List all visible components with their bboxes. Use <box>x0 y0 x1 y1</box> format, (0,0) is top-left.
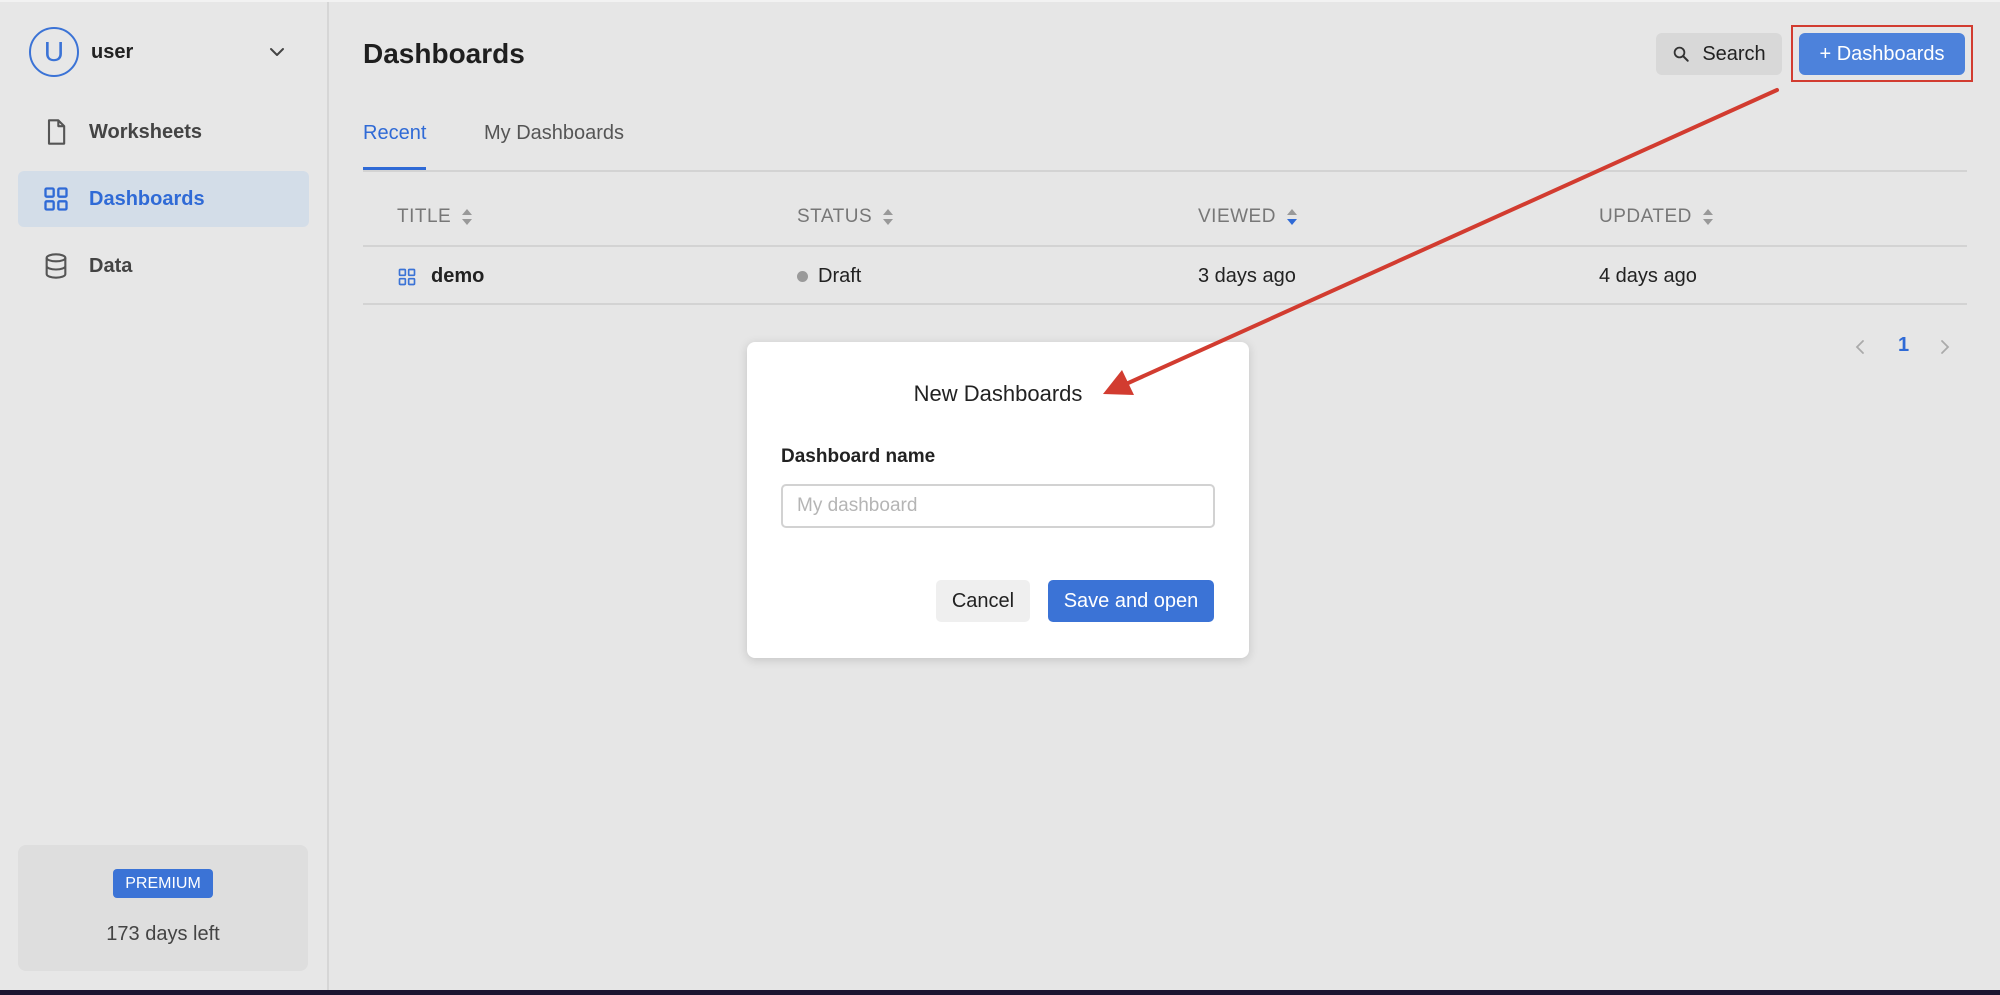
row-updated: 4 days ago <box>1599 265 1697 287</box>
sidebar-item-label: Dashboards <box>89 187 205 210</box>
sort-icon <box>883 209 894 225</box>
dashboard-name-input[interactable] <box>781 484 1215 528</box>
page-title: Dashboards <box>363 38 525 69</box>
bottom-edge <box>0 990 2000 995</box>
sidebar-item-worksheets[interactable]: Worksheets <box>18 104 309 160</box>
search-icon <box>1674 46 1690 62</box>
user-name: user <box>91 40 134 63</box>
row-title-text: demo <box>431 265 485 287</box>
sort-icon <box>462 209 473 225</box>
avatar: U <box>29 27 79 77</box>
sidebar-item-dashboards[interactable]: Dashboards <box>18 171 309 227</box>
days-left-text: 173 days left <box>106 923 220 945</box>
user-menu[interactable]: U user <box>29 27 289 77</box>
column-header-label: TITLE <box>397 206 452 227</box>
row-viewed: 3 days ago <box>1198 265 1296 287</box>
dashboards-table: TITLE STATUS VIEWED UPDATED demo Draft 3… <box>363 187 1967 305</box>
column-header-label: UPDATED <box>1599 206 1692 227</box>
column-header-status[interactable]: STATUS <box>797 206 894 228</box>
sidebar-item-label: Worksheets <box>89 120 203 143</box>
column-header-viewed[interactable]: VIEWED <box>1198 206 1298 228</box>
column-header-updated[interactable]: UPDATED <box>1599 206 1714 228</box>
annotation-highlight-box <box>1791 25 1973 82</box>
tab-my-dashboards[interactable]: My Dashboards <box>484 122 624 170</box>
tab-recent[interactable]: Recent <box>363 122 427 170</box>
grid-icon <box>398 268 416 285</box>
tab-bar: Recent My Dashboards <box>363 112 1967 172</box>
premium-panel: PREMIUM 173 days left <box>18 845 308 971</box>
dashboard-name-label: Dashboard name <box>781 446 936 467</box>
cancel-button[interactable]: Cancel <box>936 580 1030 622</box>
table-header: TITLE STATUS VIEWED UPDATED <box>363 187 1967 247</box>
search-button-label: Search <box>1702 42 1766 65</box>
search-button[interactable]: Search <box>1656 33 1782 75</box>
row-status: Draft <box>797 265 861 288</box>
sidebar-nav: Worksheets Dashboards Data <box>18 104 309 305</box>
chevron-left-icon[interactable] <box>1851 337 1869 357</box>
sort-icon <box>1702 209 1713 225</box>
file-icon <box>47 119 66 145</box>
column-header-title[interactable]: TITLE <box>397 206 473 228</box>
pagination: 1 <box>1846 332 1966 362</box>
dialog-title: New Dashboards <box>913 381 1083 406</box>
grid-icon <box>44 187 68 211</box>
column-header-label: STATUS <box>797 206 873 227</box>
sidebar: U user Worksheets Dashboards Data PREMIU… <box>0 2 329 992</box>
status-dot-icon <box>797 271 808 282</box>
database-icon <box>45 253 67 279</box>
column-header-label: VIEWED <box>1198 206 1276 227</box>
sidebar-item-data[interactable]: Data <box>18 238 309 294</box>
sort-desc-icon <box>1286 209 1297 225</box>
save-and-open-button[interactable]: Save and open <box>1048 580 1214 622</box>
sidebar-item-label: Data <box>89 254 133 277</box>
premium-badge[interactable]: PREMIUM <box>113 869 213 898</box>
row-status-text: Draft <box>818 265 862 287</box>
new-dashboard-dialog: New Dashboards Dashboard name Cancel Sav… <box>747 342 1249 658</box>
table-row[interactable]: demo Draft 3 days ago 4 days ago <box>363 247 1967 305</box>
app-window: U user Worksheets Dashboards Data PREMIU… <box>0 0 2000 992</box>
chevron-right-icon[interactable] <box>1936 337 1954 357</box>
row-title[interactable]: demo <box>397 265 484 288</box>
page-number[interactable]: 1 <box>1898 334 1909 357</box>
chevron-down-icon[interactable] <box>265 40 289 64</box>
